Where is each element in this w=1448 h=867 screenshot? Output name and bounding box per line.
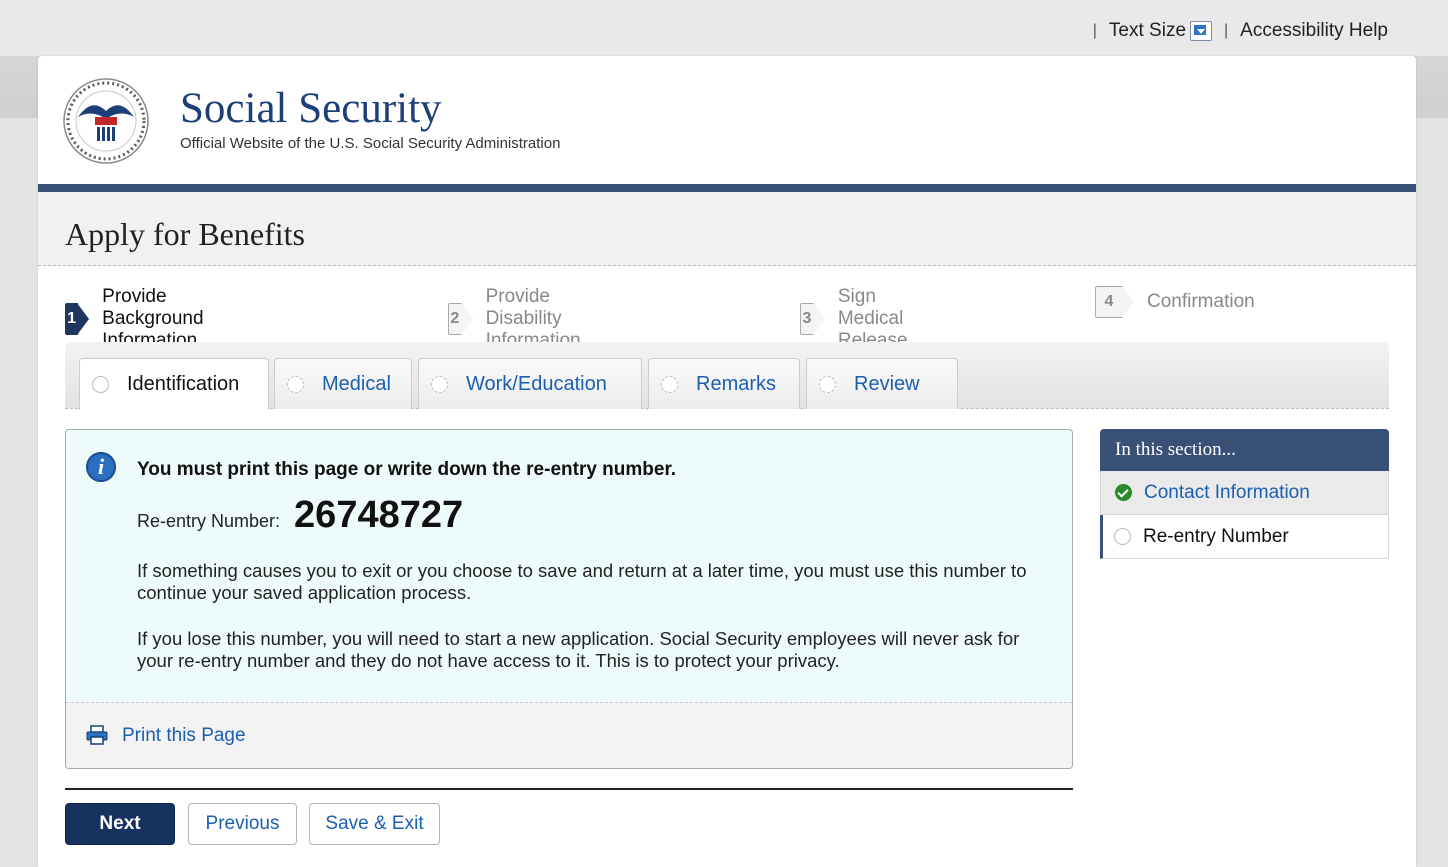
site-subtitle: Official Website of the U.S. Social Secu…	[180, 135, 561, 152]
tab-identification[interactable]: Identification	[79, 358, 269, 410]
tab-label: Work/Education	[466, 372, 607, 395]
print-bar: Print this Page	[66, 702, 1072, 768]
notice-paragraph: If you lose this number, you will need t…	[137, 628, 1020, 671]
status-circle-icon	[1114, 528, 1131, 545]
button-divider	[65, 788, 1073, 790]
tab-label: Identification	[127, 373, 240, 395]
section-tabs: Identification Medical Work/Education Re…	[65, 342, 1389, 410]
reentry-number: 26748727	[294, 494, 464, 536]
reentry-label: Re-entry Number:	[137, 511, 281, 531]
notice-paragraph: If something causes you to exit or you c…	[137, 560, 1027, 603]
tab-medical[interactable]: Medical	[274, 358, 412, 409]
utility-links: | Text Size | Accessibility Help	[1093, 20, 1388, 42]
utility-separator: |	[1092, 22, 1097, 39]
tab-label: Remarks	[696, 372, 777, 395]
dropdown-arrow-icon[interactable]	[1190, 20, 1213, 41]
utility-separator: |	[1224, 22, 1229, 39]
step-label: Confirmation	[1147, 291, 1255, 312]
printer-icon[interactable]	[86, 725, 108, 745]
print-warning: You must print this page or write down t…	[137, 459, 677, 480]
tab-label: Medical	[322, 372, 391, 395]
reentry-notice: i You must print this page or write down…	[65, 429, 1073, 769]
next-button[interactable]: Next	[65, 803, 175, 845]
previous-button[interactable]: Previous	[188, 803, 297, 845]
status-circle-icon	[819, 375, 836, 393]
sidebar-item-label: Re-entry Number	[1143, 525, 1289, 547]
site-title[interactable]: Social Security	[180, 84, 442, 133]
section-sidebar: In this section... Contact Information R…	[1100, 429, 1389, 559]
step-number: 1	[65, 303, 90, 335]
sidebar-heading: In this section...	[1100, 429, 1389, 471]
text-size-link[interactable]: Text Size	[1108, 20, 1213, 42]
status-circle-icon	[287, 375, 304, 393]
site-header: Social Security Official Website of the …	[38, 56, 1416, 184]
status-circle-icon	[431, 375, 448, 393]
save-exit-button[interactable]: Save & Exit	[309, 803, 440, 845]
step-number: 2	[448, 303, 472, 335]
status-circle-icon	[92, 376, 109, 393]
tab-work-education[interactable]: Work/Education	[418, 358, 642, 409]
tab-review[interactable]: Review	[806, 358, 958, 409]
sidebar-item-label: Contact Information	[1144, 481, 1310, 503]
reentry-number-row: Re-entry Number: 26748727	[137, 494, 463, 537]
header-rule	[38, 184, 1416, 192]
ssa-seal-icon	[63, 78, 149, 164]
status-circle-icon	[661, 375, 678, 393]
tab-remarks[interactable]: Remarks	[648, 358, 800, 409]
check-circle-icon	[1115, 484, 1132, 501]
sidebar-item-reentry-number[interactable]: Re-entry Number	[1100, 515, 1389, 559]
title-bar: Apply for Benefits	[38, 192, 1416, 266]
tab-label: Review	[854, 372, 920, 395]
info-icon: i	[86, 452, 116, 482]
accessibility-help-link[interactable]: Accessibility Help	[1240, 20, 1388, 42]
page-container: Social Security Official Website of the …	[38, 56, 1416, 867]
step-number: 3	[800, 303, 825, 335]
page-title: Apply for Benefits	[65, 216, 305, 252]
step-number: 4	[1095, 286, 1134, 318]
sidebar-item-contact-information[interactable]: Contact Information	[1100, 471, 1389, 515]
print-page-link[interactable]: Print this Page	[122, 725, 246, 747]
step-4: 4 Confirmation	[1095, 286, 1255, 318]
text-size-label: Text Size	[1108, 20, 1187, 41]
